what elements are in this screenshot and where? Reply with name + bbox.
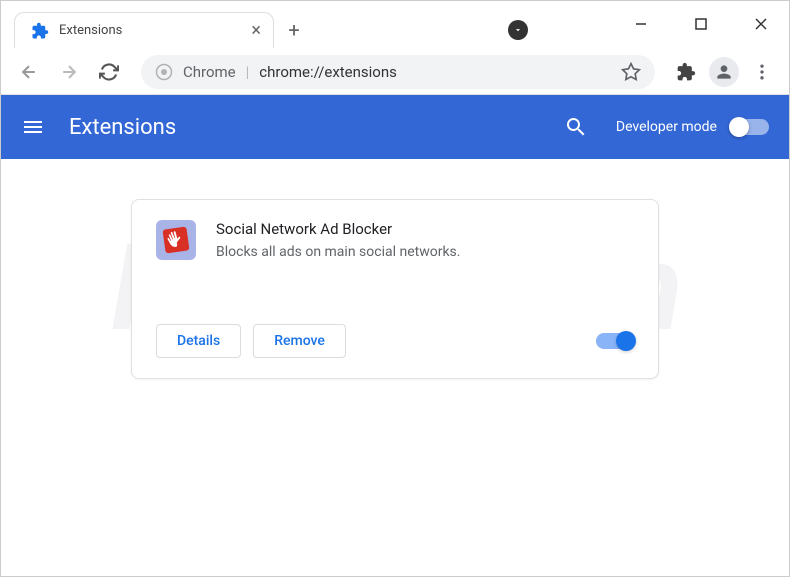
bookmark-star-icon[interactable] [621, 62, 641, 82]
tab-close-icon[interactable]: × [251, 20, 261, 41]
toggle-knob [616, 331, 636, 351]
profile-button[interactable] [709, 57, 739, 87]
address-bar[interactable]: Chrome | chrome://extensions [141, 55, 655, 89]
page-title: Extensions [69, 115, 564, 140]
toggle-knob [729, 117, 749, 137]
extensions-button[interactable] [671, 57, 701, 87]
browser-tab[interactable]: Extensions × [14, 12, 274, 48]
menu-button[interactable] [747, 57, 777, 87]
developer-mode-label: Developer mode [616, 119, 717, 135]
tab-title: Extensions [59, 23, 241, 38]
puzzle-icon [31, 22, 49, 40]
forward-button[interactable] [53, 56, 85, 88]
extension-enable-toggle[interactable] [596, 333, 634, 349]
hamburger-icon[interactable] [21, 115, 45, 139]
security-label: Chrome [183, 63, 236, 81]
details-button[interactable]: Details [156, 324, 241, 358]
reload-button[interactable] [93, 56, 125, 88]
close-window-button[interactable] [751, 14, 771, 34]
chrome-icon [155, 63, 173, 81]
extension-name: Social Network Ad Blocker [216, 220, 634, 238]
media-control-icon[interactable] [508, 20, 528, 40]
developer-mode-toggle[interactable] [731, 119, 769, 135]
back-button[interactable] [13, 56, 45, 88]
search-icon[interactable] [564, 115, 588, 139]
extension-description: Blocks all ads on main social networks. [216, 244, 634, 260]
minimize-button[interactable] [631, 14, 651, 34]
maximize-button[interactable] [691, 14, 711, 34]
separator: | [246, 63, 250, 81]
remove-button[interactable]: Remove [253, 324, 346, 358]
extension-icon [156, 220, 196, 260]
extension-card: Social Network Ad Blocker Blocks all ads… [131, 199, 659, 379]
new-tab-button[interactable]: + [280, 16, 308, 44]
stop-hand-icon [162, 226, 189, 253]
url-text: chrome://extensions [259, 63, 397, 81]
